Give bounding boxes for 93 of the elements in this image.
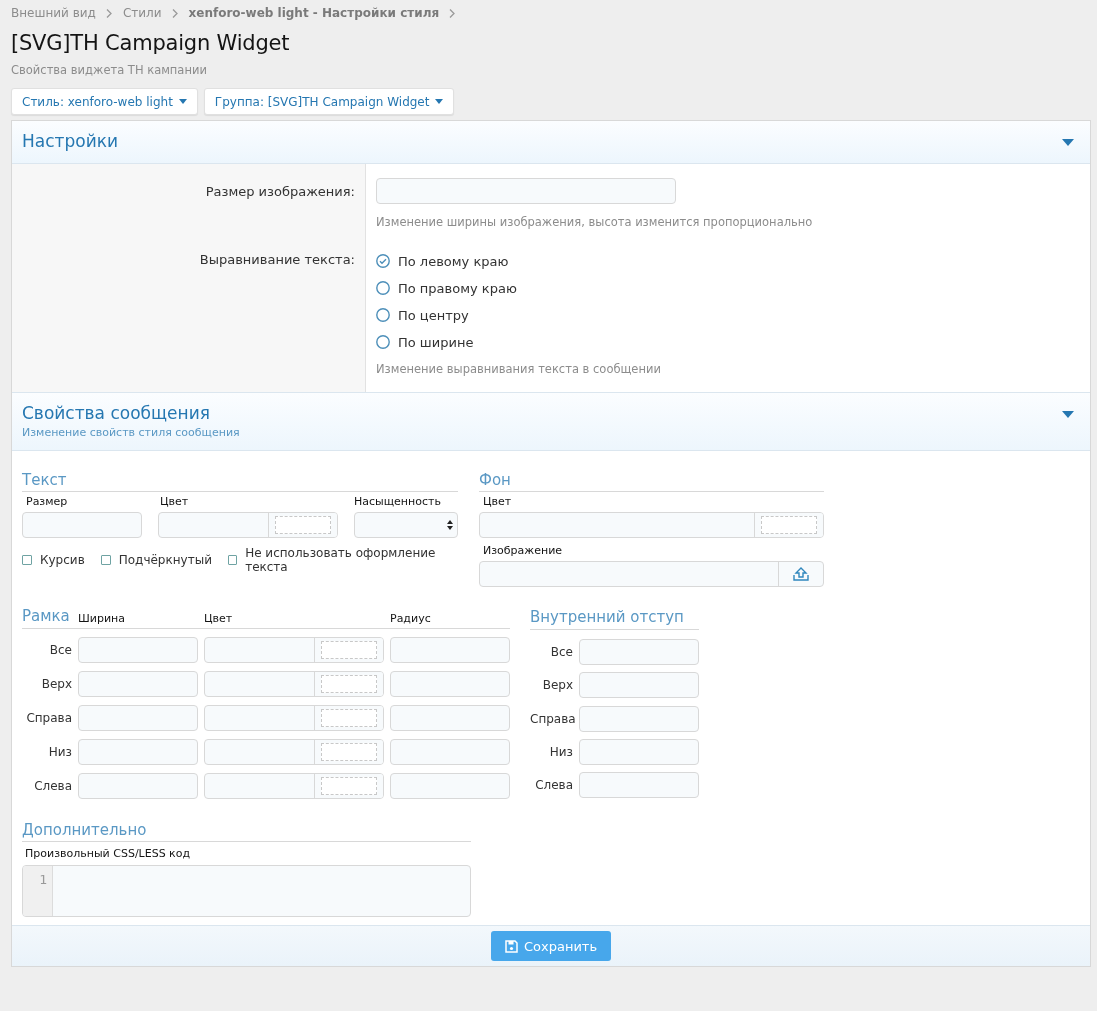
padding-field[interactable] xyxy=(579,772,699,799)
section-subtitle: Изменение свойств стиля сообщения xyxy=(22,426,240,439)
color-field[interactable] xyxy=(158,512,338,538)
row-label: Верх xyxy=(40,677,72,691)
dropdown-button[interactable]: Группа: [SVG]TH Campaign Widget xyxy=(203,88,455,115)
radio-checked-icon[interactable] xyxy=(376,254,390,268)
radio-option[interactable]: По левому краю xyxy=(376,251,1080,271)
group-title: Текст xyxy=(22,471,67,489)
radio-option[interactable]: По ширине xyxy=(376,332,1080,352)
row-label: Все xyxy=(549,645,573,659)
checkbox-option[interactable]: Подчёркнутый xyxy=(100,546,212,574)
width-field[interactable] xyxy=(78,637,198,663)
field-hint: Изменение ширины изображения, высота изменится пропорционально xyxy=(376,215,814,229)
color-swatch[interactable] xyxy=(321,743,377,761)
padding-field[interactable] xyxy=(579,739,699,765)
collapse-caret-icon[interactable] xyxy=(1062,139,1074,146)
padding-field[interactable] xyxy=(579,639,699,665)
section-title: Свойства сообщения xyxy=(22,403,211,423)
field-label: Цвет xyxy=(482,494,513,510)
row-label: Слева xyxy=(534,778,573,793)
group-title: Дополнительно xyxy=(22,821,147,839)
width-field[interactable] xyxy=(78,773,198,799)
radius-field[interactable] xyxy=(390,773,510,799)
dropdown-button[interactable]: Стиль: xenforo-web light xyxy=(11,88,198,115)
line-number: 1 xyxy=(39,872,47,887)
checkbox-option[interactable]: Не использовать оформление текста xyxy=(227,546,458,574)
column-header: Радиус xyxy=(390,612,432,625)
group-title: Рамка xyxy=(22,607,71,625)
radio-icon[interactable] xyxy=(376,335,390,349)
color-field[interactable] xyxy=(204,773,384,799)
caret-icon xyxy=(178,99,187,104)
radius-field[interactable] xyxy=(390,739,510,765)
page-title: [SVG]TH Campaign Widget xyxy=(11,31,291,55)
section-title: Настройки xyxy=(22,131,118,151)
color-field[interactable] xyxy=(204,671,384,697)
color-field[interactable] xyxy=(204,739,384,765)
field-label: Цвет xyxy=(159,495,190,508)
checkbox[interactable] xyxy=(227,555,238,565)
color-swatch[interactable] xyxy=(321,709,377,727)
checkbox[interactable] xyxy=(100,555,111,565)
color-swatch[interactable] xyxy=(321,641,377,659)
radio-icon[interactable] xyxy=(376,281,390,295)
radio-icon[interactable] xyxy=(376,308,390,322)
width-field[interactable] xyxy=(78,705,198,731)
collapse-caret-icon[interactable] xyxy=(1062,411,1074,418)
padding-field[interactable] xyxy=(579,672,699,699)
column-header: Цвет xyxy=(204,612,234,625)
color-field[interactable] xyxy=(204,705,384,731)
breadcrumb-link[interactable]: xenforo-web light - Настройки стиля xyxy=(188,6,440,20)
color-swatch[interactable] xyxy=(321,777,377,795)
checkbox[interactable] xyxy=(22,555,32,565)
image-size-field[interactable] xyxy=(376,178,676,204)
width-field[interactable] xyxy=(78,739,198,765)
chevron-icon xyxy=(171,8,179,18)
field-label: Размер изображения: xyxy=(205,184,355,199)
field-label: Размер xyxy=(25,495,69,508)
color-field[interactable] xyxy=(204,637,384,663)
padding-field[interactable] xyxy=(579,705,699,732)
row-label: Слева xyxy=(33,779,72,793)
row-label: Справа xyxy=(25,711,72,725)
upload-icon[interactable] xyxy=(793,567,809,581)
field-label: Выравнивание текста: xyxy=(199,252,355,267)
chevron-icon xyxy=(449,8,457,18)
chevron-icon xyxy=(105,8,113,18)
checkbox-option[interactable]: Курсив xyxy=(22,546,85,574)
column-header: Ширина xyxy=(78,612,126,625)
field-label: Изображение xyxy=(482,543,564,559)
radius-field[interactable] xyxy=(390,637,510,663)
group-title: Фон xyxy=(479,471,511,489)
row-label: Все xyxy=(48,643,72,657)
color-swatch[interactable] xyxy=(761,516,817,534)
color-swatch[interactable] xyxy=(275,516,331,534)
row-label: Справа xyxy=(530,711,573,726)
image-field[interactable] xyxy=(479,561,824,587)
width-field[interactable] xyxy=(78,671,198,697)
row-label: Верх xyxy=(541,678,573,693)
radio-option[interactable]: По центру xyxy=(376,305,1080,325)
select-field[interactable] xyxy=(354,512,458,538)
field-label: Произвольный CSS/LESS код xyxy=(24,846,192,862)
page-description: Свойства виджета TH кампании xyxy=(11,63,208,77)
radius-field[interactable] xyxy=(390,705,510,731)
radio-option[interactable]: По правому краю xyxy=(376,278,1080,298)
color-swatch[interactable] xyxy=(321,675,377,693)
row-label: Низ xyxy=(548,745,573,759)
radius-field[interactable] xyxy=(390,671,510,697)
caret-icon xyxy=(435,99,444,104)
size-field[interactable] xyxy=(22,512,142,538)
field-label: Насыщенность xyxy=(354,495,442,508)
group-title: Внутренний отступ xyxy=(530,607,684,626)
row-label: Низ xyxy=(47,745,72,759)
color-field[interactable] xyxy=(479,512,824,538)
updown-icon xyxy=(447,520,453,530)
field-hint: Изменение выравнивания текста в сообщении xyxy=(376,362,662,376)
